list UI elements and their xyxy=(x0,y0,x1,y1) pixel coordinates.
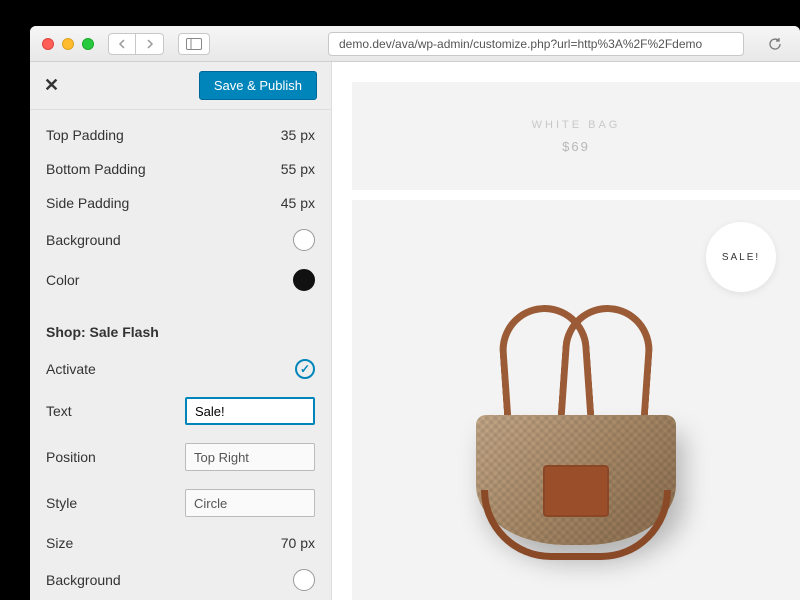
position-control: Position Top Right xyxy=(46,434,315,480)
url-bar[interactable]: demo.dev/ava/wp-admin/customize.php?url=… xyxy=(328,32,744,56)
content-area: ✕ Save & Publish Top Padding 35 px Botto… xyxy=(30,62,800,600)
bottom-padding-control: Bottom Padding 55 px xyxy=(46,152,315,186)
style-select[interactable]: Circle xyxy=(185,489,315,517)
flash-background-control: Background xyxy=(46,560,315,600)
bottom-padding-value[interactable]: 55 px xyxy=(281,161,315,177)
maximize-window-button[interactable] xyxy=(82,38,94,50)
sale-badge: SALE! xyxy=(706,222,776,292)
side-padding-label: Side Padding xyxy=(46,195,129,211)
product-image xyxy=(471,315,681,545)
style-label: Style xyxy=(46,495,77,511)
product-card-top[interactable]: WHITE BAG $69 xyxy=(352,82,800,190)
top-padding-value[interactable]: 35 px xyxy=(281,127,315,143)
product-top-title: WHITE BAG xyxy=(532,119,621,131)
background-control: Background xyxy=(46,220,315,260)
background-swatch[interactable] xyxy=(293,229,315,251)
product-top-price: $69 xyxy=(562,139,590,154)
activate-label: Activate xyxy=(46,361,96,377)
size-label: Size xyxy=(46,535,73,551)
text-control: Text xyxy=(46,388,315,434)
customizer-sidebar: ✕ Save & Publish Top Padding 35 px Botto… xyxy=(30,62,332,600)
text-input[interactable] xyxy=(185,397,315,425)
url-text: demo.dev/ava/wp-admin/customize.php?url=… xyxy=(339,37,702,51)
controls-panel: Top Padding 35 px Bottom Padding 55 px S… xyxy=(30,110,331,600)
forward-button[interactable] xyxy=(136,33,164,55)
close-customizer-button[interactable]: ✕ xyxy=(44,75,59,96)
background-label: Background xyxy=(46,232,121,248)
sidebar-toggle-button[interactable] xyxy=(178,33,210,55)
text-label: Text xyxy=(46,403,72,419)
top-padding-control: Top Padding 35 px xyxy=(46,118,315,152)
top-padding-label: Top Padding xyxy=(46,127,124,143)
preview-pane: WHITE BAG $69 SALE! xyxy=(332,62,800,600)
product-card-main[interactable]: SALE! xyxy=(352,200,800,600)
size-value[interactable]: 70 px xyxy=(281,535,315,551)
color-swatch[interactable] xyxy=(293,269,315,291)
activate-checkbox[interactable]: ✓ xyxy=(295,359,315,379)
section-title-sale-flash: Shop: Sale Flash xyxy=(46,300,315,350)
color-label: Color xyxy=(46,272,79,288)
position-label: Position xyxy=(46,449,96,465)
color-control: Color xyxy=(46,260,315,300)
bottom-padding-label: Bottom Padding xyxy=(46,161,146,177)
save-publish-button[interactable]: Save & Publish xyxy=(199,71,317,100)
back-button[interactable] xyxy=(108,33,136,55)
nav-buttons xyxy=(108,33,164,55)
side-padding-value[interactable]: 45 px xyxy=(281,195,315,211)
side-padding-control: Side Padding 45 px xyxy=(46,186,315,220)
browser-window: demo.dev/ava/wp-admin/customize.php?url=… xyxy=(30,26,800,600)
minimize-window-button[interactable] xyxy=(62,38,74,50)
activate-control: Activate ✓ xyxy=(46,350,315,388)
sidebar-header: ✕ Save & Publish xyxy=(30,62,331,110)
close-window-button[interactable] xyxy=(42,38,54,50)
reload-button[interactable] xyxy=(762,33,788,55)
position-select[interactable]: Top Right xyxy=(185,443,315,471)
titlebar: demo.dev/ava/wp-admin/customize.php?url=… xyxy=(30,26,800,62)
style-control: Style Circle xyxy=(46,480,315,526)
window-controls xyxy=(42,38,94,50)
size-control: Size 70 px xyxy=(46,526,315,560)
flash-background-swatch[interactable] xyxy=(293,569,315,591)
flash-background-label: Background xyxy=(46,572,121,588)
